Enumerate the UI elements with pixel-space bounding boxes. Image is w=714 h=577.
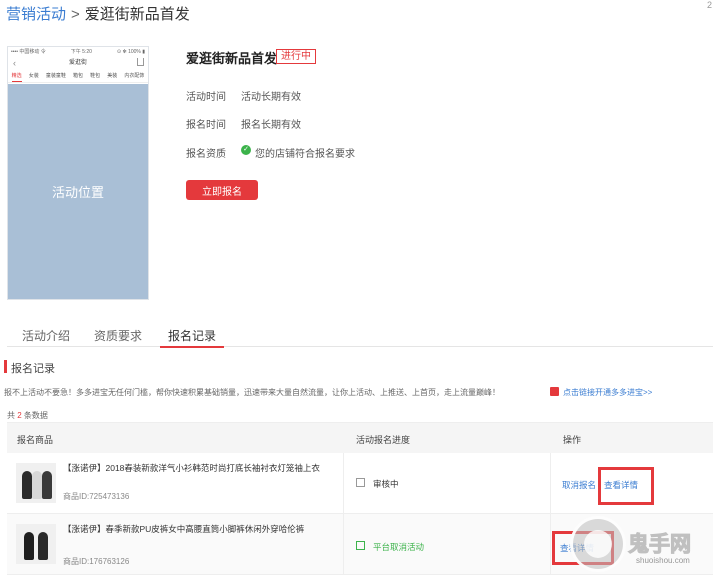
activity-title: 爱逛街新品首发	[186, 51, 278, 66]
share-icon	[137, 58, 144, 66]
signup-status: 审核中	[373, 479, 399, 489]
activity-time-value: 活动长期有效	[241, 92, 301, 103]
phone-status-time: 下午 5:20	[70, 49, 92, 55]
phone-tab: 精选	[11, 71, 22, 82]
phone-category-tabs: 精选 女装 童装童鞋 箱包 鞋包 美装 内衣配饰	[8, 71, 148, 83]
cancel-signup-link[interactable]: 取消报名	[562, 479, 596, 491]
check-circle-icon: ✓	[241, 145, 251, 155]
activity-placement: 活动位置	[8, 84, 148, 299]
open-jinbao-link[interactable]: 点击链接开通多多进宝>>	[563, 387, 652, 398]
corner-number: 2	[706, 0, 712, 10]
product-thumbnail	[16, 463, 56, 503]
phone-preview: •••• 中国移动 令 下午 5:20 ⊙ ✻ 100% ▮ ‹ 爱逛街 精选 …	[7, 46, 149, 300]
record-count-suffix: 条数据	[23, 411, 48, 420]
phone-tab: 女装	[28, 73, 39, 79]
column-header-progress: 活动报名进度	[356, 435, 411, 445]
phone-tab: 童装童鞋	[45, 73, 66, 79]
product-thumbnail	[16, 524, 56, 564]
watermark-logo-inner	[584, 530, 612, 558]
phone-tab: 美装	[107, 73, 118, 79]
highlight-box	[598, 467, 654, 505]
column-divider	[343, 514, 344, 574]
record-count-prefix: 共	[7, 411, 15, 420]
activity-time-label: 活动时间	[186, 92, 226, 103]
product-id: 商品ID:725473136	[63, 492, 130, 501]
status-badge: 进行中	[276, 49, 316, 64]
tab-activity-intro[interactable]: 活动介绍	[22, 327, 70, 344]
column-divider	[550, 514, 551, 574]
promo-notice: 报不上活动不要急！多多进宝无任何门槛，帮你快速积累基础销量，迅速带来大量自然流量…	[4, 388, 500, 397]
product-name: 【涨诺伊】2018春装新款洋气小衫韩范时尚打底长袖衬衣灯笼袖上衣	[63, 463, 320, 473]
signup-status: 平台取消活动	[373, 542, 425, 552]
phone-nav-bar: ‹ 爱逛街	[8, 57, 148, 69]
breadcrumb-separator: >	[71, 6, 80, 23]
watermark-url: shuoishou.com	[636, 556, 690, 565]
record-count: 共 2 条数据	[7, 410, 48, 421]
table-row: 【涨诺伊】2018春装新款洋气小衫韩范时尚打底长袖衬衣灯笼袖上衣 商品ID:72…	[7, 453, 713, 514]
column-header-actions: 操作	[563, 435, 582, 445]
qualification-label: 报名资质	[186, 149, 226, 160]
product-id: 商品ID:176763126	[63, 557, 130, 566]
signup-time-label: 报名时间	[186, 120, 226, 131]
breadcrumb: 营销活动 > 爱逛街新品首发	[6, 3, 190, 24]
breadcrumb-current: 爱逛街新品首发	[84, 6, 190, 23]
tab-signup-records[interactable]: 报名记录	[160, 327, 225, 348]
column-divider	[343, 453, 344, 513]
phone-tab: 内衣配饰	[124, 73, 145, 79]
tab-qualification[interactable]: 资质要求	[94, 327, 142, 344]
document-icon	[356, 541, 365, 550]
product-figure	[32, 471, 42, 499]
phone-status-carrier: •••• 中国移动 令	[11, 49, 46, 55]
product-figure	[24, 532, 34, 560]
signup-time-value: 报名长期有效	[241, 120, 301, 131]
product-figure	[42, 471, 52, 499]
section-marker	[4, 360, 7, 373]
product-figure	[22, 471, 32, 499]
section-title: 报名记录	[11, 363, 55, 375]
record-count-number: 2	[17, 411, 22, 420]
qualification-value: 您的店铺符合报名要求	[255, 149, 355, 160]
records-table-header: 报名商品 活动报名进度 操作	[7, 422, 713, 453]
apply-now-button[interactable]: 立即报名	[186, 180, 258, 200]
product-name: 【涨诺伊】春季新款PU皮裤女中高腰直筒小脚裤休闲外穿哈伦裤	[63, 524, 305, 534]
column-divider	[550, 453, 551, 513]
document-icon	[356, 478, 365, 487]
column-header-product: 报名商品	[17, 435, 54, 445]
phone-status-bar: •••• 中国移动 令 下午 5:20 ⊙ ✻ 100% ▮	[8, 47, 148, 56]
phone-status-battery: ⊙ ✻ 100% ▮	[116, 48, 145, 55]
detail-tabs: 活动介绍 资质要求 报名记录	[7, 324, 713, 348]
breadcrumb-parent-link[interactable]: 营销活动	[6, 6, 66, 23]
watermark-text: 鬼手网	[628, 533, 692, 557]
product-figure	[38, 532, 48, 560]
phone-tab: 箱包	[72, 73, 83, 79]
phone-tab: 鞋包	[90, 73, 101, 79]
gift-icon	[550, 387, 559, 396]
phone-nav-title: 爱逛街	[68, 60, 87, 66]
